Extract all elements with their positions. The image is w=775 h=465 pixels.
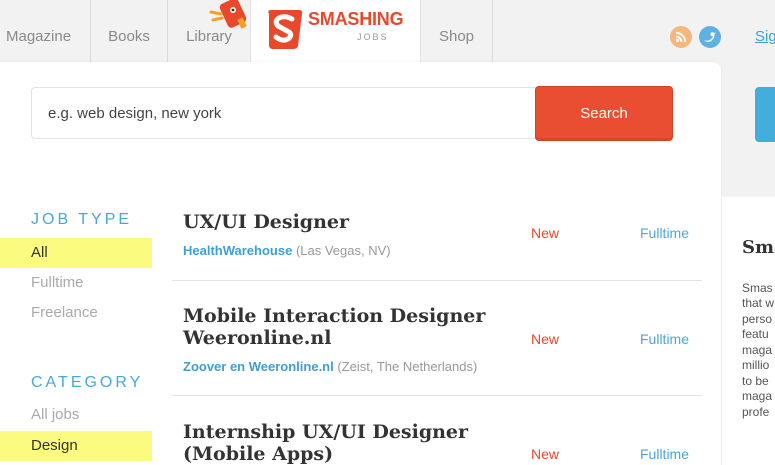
twitter-icon[interactable] (699, 26, 721, 48)
right-action-button[interactable] (755, 87, 775, 142)
right-panel-heading: Sma (742, 237, 775, 258)
right-panel-text: Smas (742, 281, 773, 295)
logo-subtitle: JOBS (357, 32, 389, 42)
search-button[interactable]: Search (535, 86, 673, 141)
filter-job-type-freelance[interactable]: Freelance (0, 298, 152, 328)
smashing-logo-icon (268, 10, 303, 49)
nav-magazine[interactable]: Magazine (0, 0, 91, 62)
new-badge: New (531, 225, 560, 241)
job-listing[interactable]: UX/UI Designer HealthWarehouse (Las Vega… (172, 198, 702, 281)
job-title[interactable]: Internship UX/UI Designer (Mobile Apps) (183, 421, 523, 465)
filter-job-type-fulltime[interactable]: Fulltime (0, 268, 152, 298)
right-panel-text: perso (742, 312, 773, 326)
new-badge: New (531, 446, 560, 462)
job-type-heading: JOB TYPE (31, 211, 133, 228)
right-panel-text: that w (742, 296, 775, 310)
smashing-jobs-logo[interactable]: SMASHING JOBS (209, 0, 421, 66)
job-location: (Las Vegas, NV) (295, 243, 391, 258)
new-badge: New (531, 331, 560, 347)
main-content-card: Search JOB TYPE All Fulltime Freelance C… (0, 62, 721, 465)
right-panel-text: millio (742, 358, 770, 372)
job-location: (Zeist, The Netherlands) (337, 359, 478, 374)
job-type-badge: Fulltime (640, 225, 690, 241)
company-link[interactable]: HealthWarehouse (183, 243, 292, 258)
company-link[interactable]: Zoover en Weeronline.nl (183, 359, 334, 374)
job-meta: HealthWarehouse (Las Vegas, NV) (183, 243, 391, 258)
rss-icon[interactable] (670, 26, 692, 48)
top-navigation: Magazine Books Library SMASHING JOBS Sho… (0, 0, 775, 66)
right-panel-text: maga (742, 389, 773, 403)
job-type-badge: Fulltime (640, 331, 690, 347)
nav-books[interactable]: Books (91, 0, 168, 62)
right-panel-text: to be (742, 374, 769, 388)
filter-category-all-jobs[interactable]: All jobs (0, 400, 152, 430)
search-input[interactable] (31, 87, 537, 139)
logo-wordmark: SMASHING (308, 9, 404, 29)
category-heading: CATEGORY (31, 374, 144, 391)
job-title[interactable]: UX/UI Designer (183, 211, 523, 233)
job-listing[interactable]: Internship UX/UI Designer (Mobile Apps) … (172, 396, 702, 465)
job-listing[interactable]: Mobile Interaction Designer Weeronline.n… (172, 281, 702, 396)
nav-shop[interactable]: Shop (421, 0, 493, 62)
job-type-badge: Fulltime (640, 446, 690, 462)
right-panel-text: profe (742, 405, 770, 419)
right-panel-text: maga (742, 343, 773, 357)
sign-in-link[interactable]: Sig (755, 28, 775, 45)
job-meta: Zoover en Weeronline.nl (Zeist, The Neth… (183, 359, 477, 374)
right-panel-text: featu (742, 327, 769, 341)
job-title[interactable]: Mobile Interaction Designer Weeronline.n… (183, 305, 523, 349)
mascot-icon (209, 0, 247, 29)
filter-category-design[interactable]: Design (0, 431, 152, 461)
filter-job-type-all[interactable]: All (0, 238, 152, 268)
right-info-panel: Sma Smas that w perso featu maga millio … (722, 197, 775, 465)
